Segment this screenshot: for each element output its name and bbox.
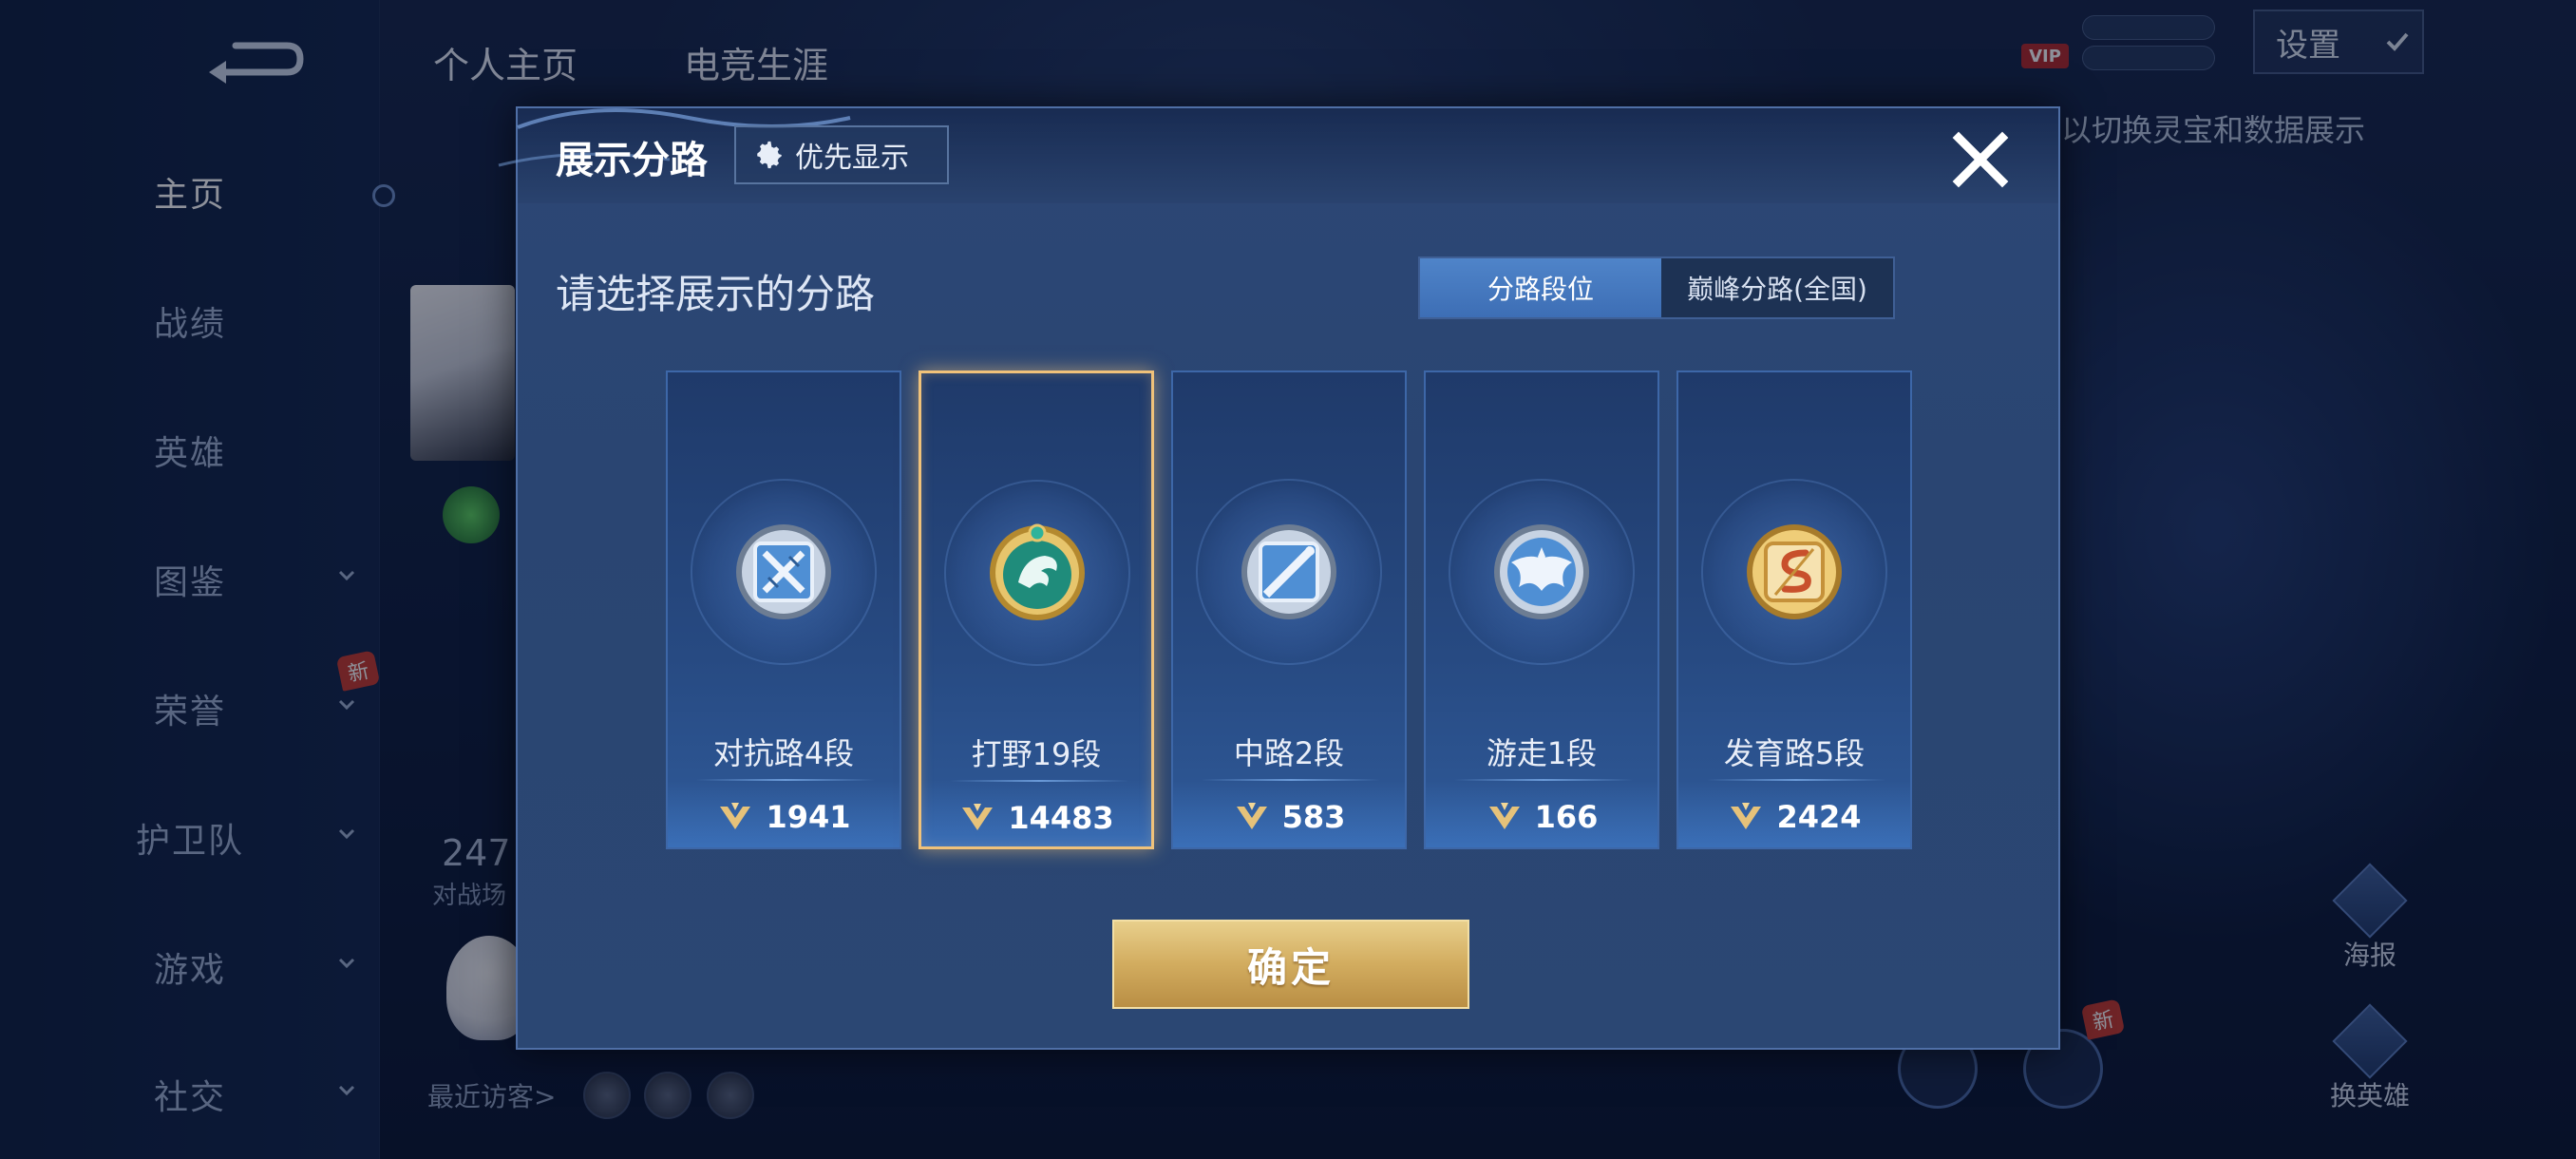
- priority-display-label: 优先显示: [795, 142, 909, 175]
- dialog-header: 展示分路 优先显示: [498, 108, 2058, 203]
- route-card-score: 2424: [1678, 794, 1910, 840]
- priority-display-button[interactable]: 优先显示: [734, 125, 949, 184]
- route-card-score: 14483: [921, 795, 1151, 841]
- route-card-farm-lane[interactable]: 发育路5段 2424: [1676, 370, 1912, 849]
- power-icon: [720, 803, 751, 829]
- route-card-title: 游走1段: [1486, 735, 1598, 771]
- power-icon: [962, 804, 994, 830]
- confirm-button[interactable]: 确定: [1112, 920, 1469, 1009]
- route-card-title: 中路2段: [1233, 735, 1345, 771]
- power-icon: [1236, 803, 1267, 829]
- tab-route-rank[interactable]: 分路段位: [1420, 258, 1661, 317]
- route-card-score-value: 14483: [1008, 800, 1114, 836]
- route-display-dialog: 展示分路 优先显示 请选择展示的分路 分路段位 巅峰分路(全国) 对抗路4段 1…: [498, 106, 2060, 1050]
- dialog-title: 展示分路: [556, 139, 708, 182]
- route-card-score: 1941: [668, 794, 900, 840]
- route-card-mid-lane[interactable]: 中路2段 583: [1171, 370, 1407, 849]
- route-card-roam[interactable]: 游走1段 166: [1424, 370, 1659, 849]
- close-button[interactable]: [1942, 122, 2018, 198]
- route-card-title: 打野19段: [971, 736, 1102, 772]
- route-card-title: 对抗路4段: [712, 735, 855, 771]
- clash-lane-badge-icon: [736, 524, 831, 619]
- roam-badge-icon: [1494, 524, 1589, 619]
- display-mode-toggle: 分路段位 巅峰分路(全国): [1418, 256, 1895, 319]
- mid-lane-badge-icon: [1241, 524, 1336, 619]
- close-icon: [1952, 131, 2009, 188]
- route-card-score: 166: [1426, 794, 1657, 840]
- route-card-score-value: 166: [1534, 799, 1599, 835]
- jungle-badge-icon: [990, 523, 1085, 620]
- route-select-prompt: 请选择展示的分路: [556, 271, 876, 317]
- route-card-score-value: 1941: [766, 799, 851, 835]
- power-icon: [1488, 803, 1520, 829]
- route-card-clash-lane[interactable]: 对抗路4段 1941: [666, 370, 901, 849]
- route-card-score-value: 2424: [1776, 799, 1862, 835]
- power-icon: [1731, 803, 1762, 829]
- farm-lane-badge-icon: [1747, 524, 1842, 619]
- route-card-title: 发育路5段: [1723, 735, 1866, 771]
- route-card-jungle[interactable]: 打野19段 14483: [919, 370, 1154, 849]
- route-card-score: 583: [1173, 794, 1405, 840]
- gear-icon: [757, 141, 782, 169]
- tab-peak-route-national[interactable]: 巅峰分路(全国): [1661, 258, 1893, 317]
- route-card-score-value: 583: [1281, 799, 1346, 835]
